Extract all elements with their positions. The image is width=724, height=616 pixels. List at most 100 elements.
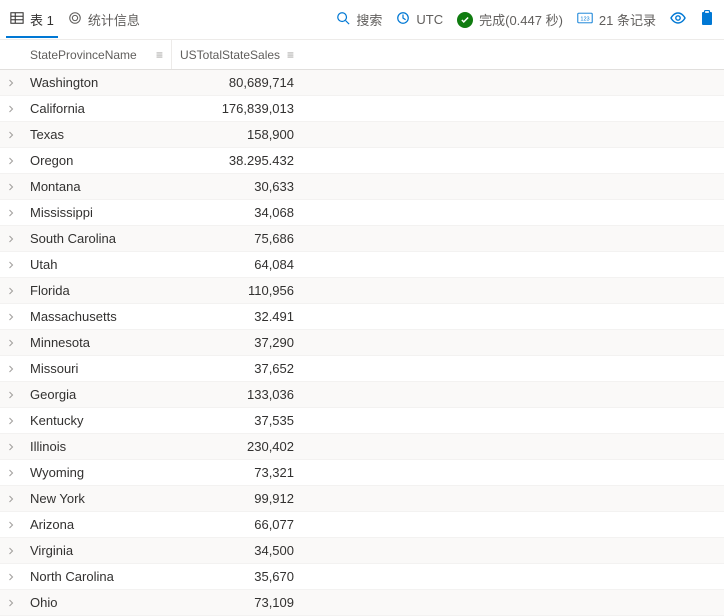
timezone-button[interactable]: UTC (396, 11, 443, 28)
expand-row-button[interactable] (0, 70, 22, 95)
status-label: 完成(0.447 秒) (479, 10, 563, 29)
expand-row-button[interactable] (0, 434, 22, 459)
column-header-state[interactable]: StateProvinceName ≡ (22, 40, 172, 69)
chevron-right-icon (8, 390, 14, 400)
tab-label: 表 1 (30, 10, 54, 29)
expand-row-button[interactable] (0, 122, 22, 147)
expand-row-button[interactable] (0, 174, 22, 199)
cell-state: Florida (22, 278, 172, 303)
cell-state: North Carolina (22, 564, 172, 589)
menu-icon: ≡ (287, 49, 294, 61)
expand-row-button[interactable] (0, 564, 22, 589)
expand-row-button[interactable] (0, 408, 22, 433)
chevron-right-icon (8, 546, 14, 556)
expand-row-button[interactable] (0, 304, 22, 329)
expand-row-button[interactable] (0, 200, 22, 225)
expand-row-button[interactable] (0, 278, 22, 303)
table-row[interactable]: Virginia34,500 (0, 538, 724, 564)
cell-state: Texas (22, 122, 172, 147)
cell-sales: 37,290 (172, 330, 302, 355)
chevron-right-icon (8, 494, 14, 504)
records-count[interactable]: 123 21 条记录 (577, 10, 656, 29)
expand-row-button[interactable] (0, 96, 22, 121)
cell-sales: 133,036 (172, 382, 302, 407)
table-row[interactable]: South Carolina75,686 (0, 226, 724, 252)
table-row[interactable]: Ohio73,109 (0, 590, 724, 616)
search-label: 搜索 (356, 10, 382, 29)
cell-state: Massachusetts (22, 304, 172, 329)
chevron-right-icon (8, 234, 14, 244)
table-row[interactable]: Washington80,689,714 (0, 70, 724, 96)
chevron-right-icon (8, 104, 14, 114)
cell-state: Virginia (22, 538, 172, 563)
tab-table-1[interactable]: 表 1 (10, 10, 54, 37)
cell-state: Missouri (22, 356, 172, 381)
expand-row-button[interactable] (0, 460, 22, 485)
table-row[interactable]: Missouri37,652 (0, 356, 724, 382)
chevron-right-icon (8, 312, 14, 322)
table-row[interactable]: Oregon38.295.432 (0, 148, 724, 174)
table-row[interactable]: Arizona66,077 (0, 512, 724, 538)
table-row[interactable]: Massachusetts32.491 (0, 304, 724, 330)
cell-sales: 110,956 (172, 278, 302, 303)
cell-state: Washington (22, 70, 172, 95)
table-row[interactable]: California176,839,013 (0, 96, 724, 122)
chevron-right-icon (8, 208, 14, 218)
expand-row-button[interactable] (0, 486, 22, 511)
table-row[interactable]: Florida110,956 (0, 278, 724, 304)
tab-stats[interactable]: 统计信息 (68, 10, 140, 29)
column-header-sales[interactable]: USTotalStateSales ≡ (172, 40, 302, 69)
search-button[interactable]: 搜索 (336, 10, 382, 29)
expand-row-button[interactable] (0, 330, 22, 355)
search-icon (336, 11, 350, 28)
expand-row-button[interactable] (0, 226, 22, 251)
cell-sales: 75,686 (172, 226, 302, 251)
table-row[interactable]: Montana30,633 (0, 174, 724, 200)
table-row[interactable]: Minnesota37,290 (0, 330, 724, 356)
cell-sales: 73,109 (172, 590, 302, 615)
hide-columns-button[interactable] (670, 10, 686, 29)
chevron-right-icon (8, 260, 14, 270)
table-row[interactable]: Kentucky37,535 (0, 408, 724, 434)
chevron-right-icon (8, 338, 14, 348)
chevron-right-icon (8, 156, 14, 166)
clipboard-button[interactable] (700, 10, 714, 29)
table-row[interactable]: Wyoming73,321 (0, 460, 724, 486)
cell-state: Oregon (22, 148, 172, 173)
cell-state: California (22, 96, 172, 121)
cell-sales: 30,633 (172, 174, 302, 199)
chevron-right-icon (8, 416, 14, 426)
cell-state: Minnesota (22, 330, 172, 355)
chevron-right-icon (8, 598, 14, 608)
expand-row-button[interactable] (0, 382, 22, 407)
expand-row-button[interactable] (0, 538, 22, 563)
chevron-right-icon (8, 468, 14, 478)
chevron-right-icon (8, 442, 14, 452)
cell-sales: 176,839,013 (172, 96, 302, 121)
table-row[interactable]: Georgia133,036 (0, 382, 724, 408)
expand-row-button[interactable] (0, 252, 22, 277)
expand-row-button[interactable] (0, 148, 22, 173)
table-row[interactable]: New York99,912 (0, 486, 724, 512)
cell-sales: 38.295.432 (172, 148, 302, 173)
table-row[interactable]: Mississippi34,068 (0, 200, 724, 226)
chevron-right-icon (8, 286, 14, 296)
cell-sales: 34,500 (172, 538, 302, 563)
chevron-right-icon (8, 182, 14, 192)
stats-label: 统计信息 (88, 10, 140, 29)
chevron-right-icon (8, 130, 14, 140)
table-row[interactable]: Illinois230,402 (0, 434, 724, 460)
cell-state: Illinois (22, 434, 172, 459)
clock-icon (396, 11, 410, 28)
records-label: 21 条记录 (599, 10, 656, 29)
table-row[interactable]: Utah64,084 (0, 252, 724, 278)
expand-row-button[interactable] (0, 590, 22, 615)
table-row[interactable]: North Carolina35,670 (0, 564, 724, 590)
expand-row-button[interactable] (0, 512, 22, 537)
cell-sales: 35,670 (172, 564, 302, 589)
number-box-icon: 123 (577, 11, 593, 28)
cell-state: Georgia (22, 382, 172, 407)
target-icon (68, 11, 82, 28)
table-row[interactable]: Texas158,900 (0, 122, 724, 148)
expand-row-button[interactable] (0, 356, 22, 381)
